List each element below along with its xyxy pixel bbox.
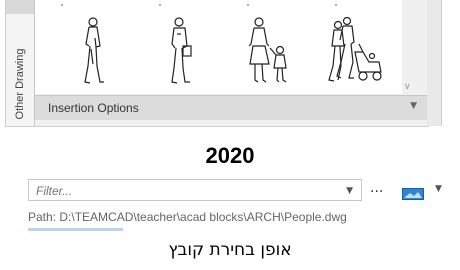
palette-scrollbar[interactable]: ∨ [402, 0, 415, 94]
divider-dot [159, 4, 161, 6]
palette-side-tabs: Other Drawing [6, 0, 35, 126]
filter-input[interactable] [34, 183, 338, 199]
scroll-down-icon[interactable]: ∨ [404, 82, 411, 92]
filter-combo[interactable]: ▼ [28, 179, 362, 201]
divider-dot [247, 4, 249, 6]
divider-dot [335, 4, 337, 6]
palette-content: ∨ [35, 0, 415, 94]
chevron-down-icon[interactable]: ▼ [435, 184, 442, 194]
selection-indicator [28, 228, 123, 231]
year-heading: 2020 [205, 143, 255, 168]
block-man-with-bag[interactable] [165, 16, 197, 86]
chevron-down-icon[interactable]: ▼ [410, 101, 417, 111]
divider-dot [61, 4, 63, 6]
man-walking-icon [84, 17, 104, 84]
block-couple-with-stroller[interactable] [325, 16, 387, 86]
block-woman-with-child[interactable] [243, 16, 293, 86]
browse-button[interactable]: ... [370, 180, 383, 196]
block-man-walking[interactable] [77, 16, 107, 86]
man-with-bag-icon [171, 17, 192, 84]
insertion-options-label: Insertion Options [48, 101, 139, 115]
couple-with-stroller-icon [328, 16, 382, 82]
image-icon[interactable] [402, 185, 424, 204]
palette-right-edge [427, 0, 442, 126]
palette-tab-label: Other Drawing [14, 48, 26, 120]
woman-with-child-icon [248, 17, 287, 83]
palette-tab-other-drawing[interactable]: Other Drawing [6, 14, 34, 126]
palette-tab-above[interactable] [6, 0, 34, 15]
file-path-label: Path: D:\TEAMCAD\teacher\acad blocks\ARC… [28, 210, 347, 224]
chevron-down-icon[interactable]: ▼ [346, 186, 353, 196]
row-dividers [35, 0, 415, 6]
insertion-options-bar[interactable]: Insertion Options ▼ [35, 95, 427, 120]
caption-text: אופן בחירת קובץ [168, 240, 292, 260]
tool-palette: Other Drawing ∨ Insertion Options ▼ [5, 0, 429, 127]
